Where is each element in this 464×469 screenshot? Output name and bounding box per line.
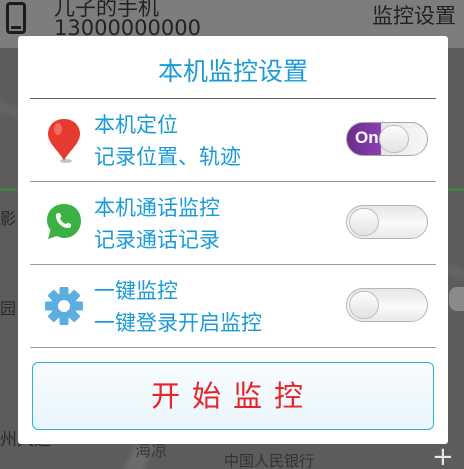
- map-side-button: [449, 287, 464, 311]
- row-title: 本机定位: [94, 113, 178, 137]
- monitor-settings-dialog: 本机监控设置 本机定位 记录位置、轨迹 On 本机通话监控 记录通话记录 一键监…: [18, 36, 448, 444]
- start-monitor-button[interactable]: 开始监控: [32, 362, 434, 430]
- phone-chat-icon: [47, 204, 81, 239]
- toggle-knob: [379, 125, 409, 153]
- call-monitor-toggle[interactable]: [346, 205, 428, 239]
- one-key-monitor-toggle[interactable]: [346, 288, 428, 322]
- header-title: 监控设置: [372, 4, 456, 28]
- setting-row-call-monitor: 本机通话监控 记录通话记录: [30, 182, 436, 265]
- divider: [30, 347, 436, 348]
- map-label: 中国人民银行: [224, 452, 315, 469]
- row-title: 本机通话监控: [94, 196, 220, 220]
- row-description: 记录位置、轨迹: [94, 145, 241, 169]
- row-title: 一键监控: [94, 279, 178, 303]
- toggle-on-label: On: [355, 128, 379, 147]
- map-label: 园: [0, 299, 17, 318]
- setting-row-one-key-monitor: 一键监控 一键登录开启监控: [30, 265, 436, 348]
- map-label: 影: [0, 209, 17, 228]
- setting-row-location: 本机定位 记录位置、轨迹 On: [30, 99, 436, 182]
- row-description: 记录通话记录: [94, 228, 220, 252]
- toggle-knob: [349, 208, 379, 236]
- toggle-knob: [349, 291, 379, 319]
- location-toggle[interactable]: On: [346, 122, 428, 156]
- zoom-in-icon: +: [432, 442, 454, 469]
- dialog-title: 本机监控设置: [157, 57, 308, 86]
- location-pin-icon: [48, 119, 80, 163]
- gear-icon: [45, 287, 83, 325]
- row-description: 一键登录开启监控: [94, 311, 262, 335]
- phone-icon: [6, 2, 26, 34]
